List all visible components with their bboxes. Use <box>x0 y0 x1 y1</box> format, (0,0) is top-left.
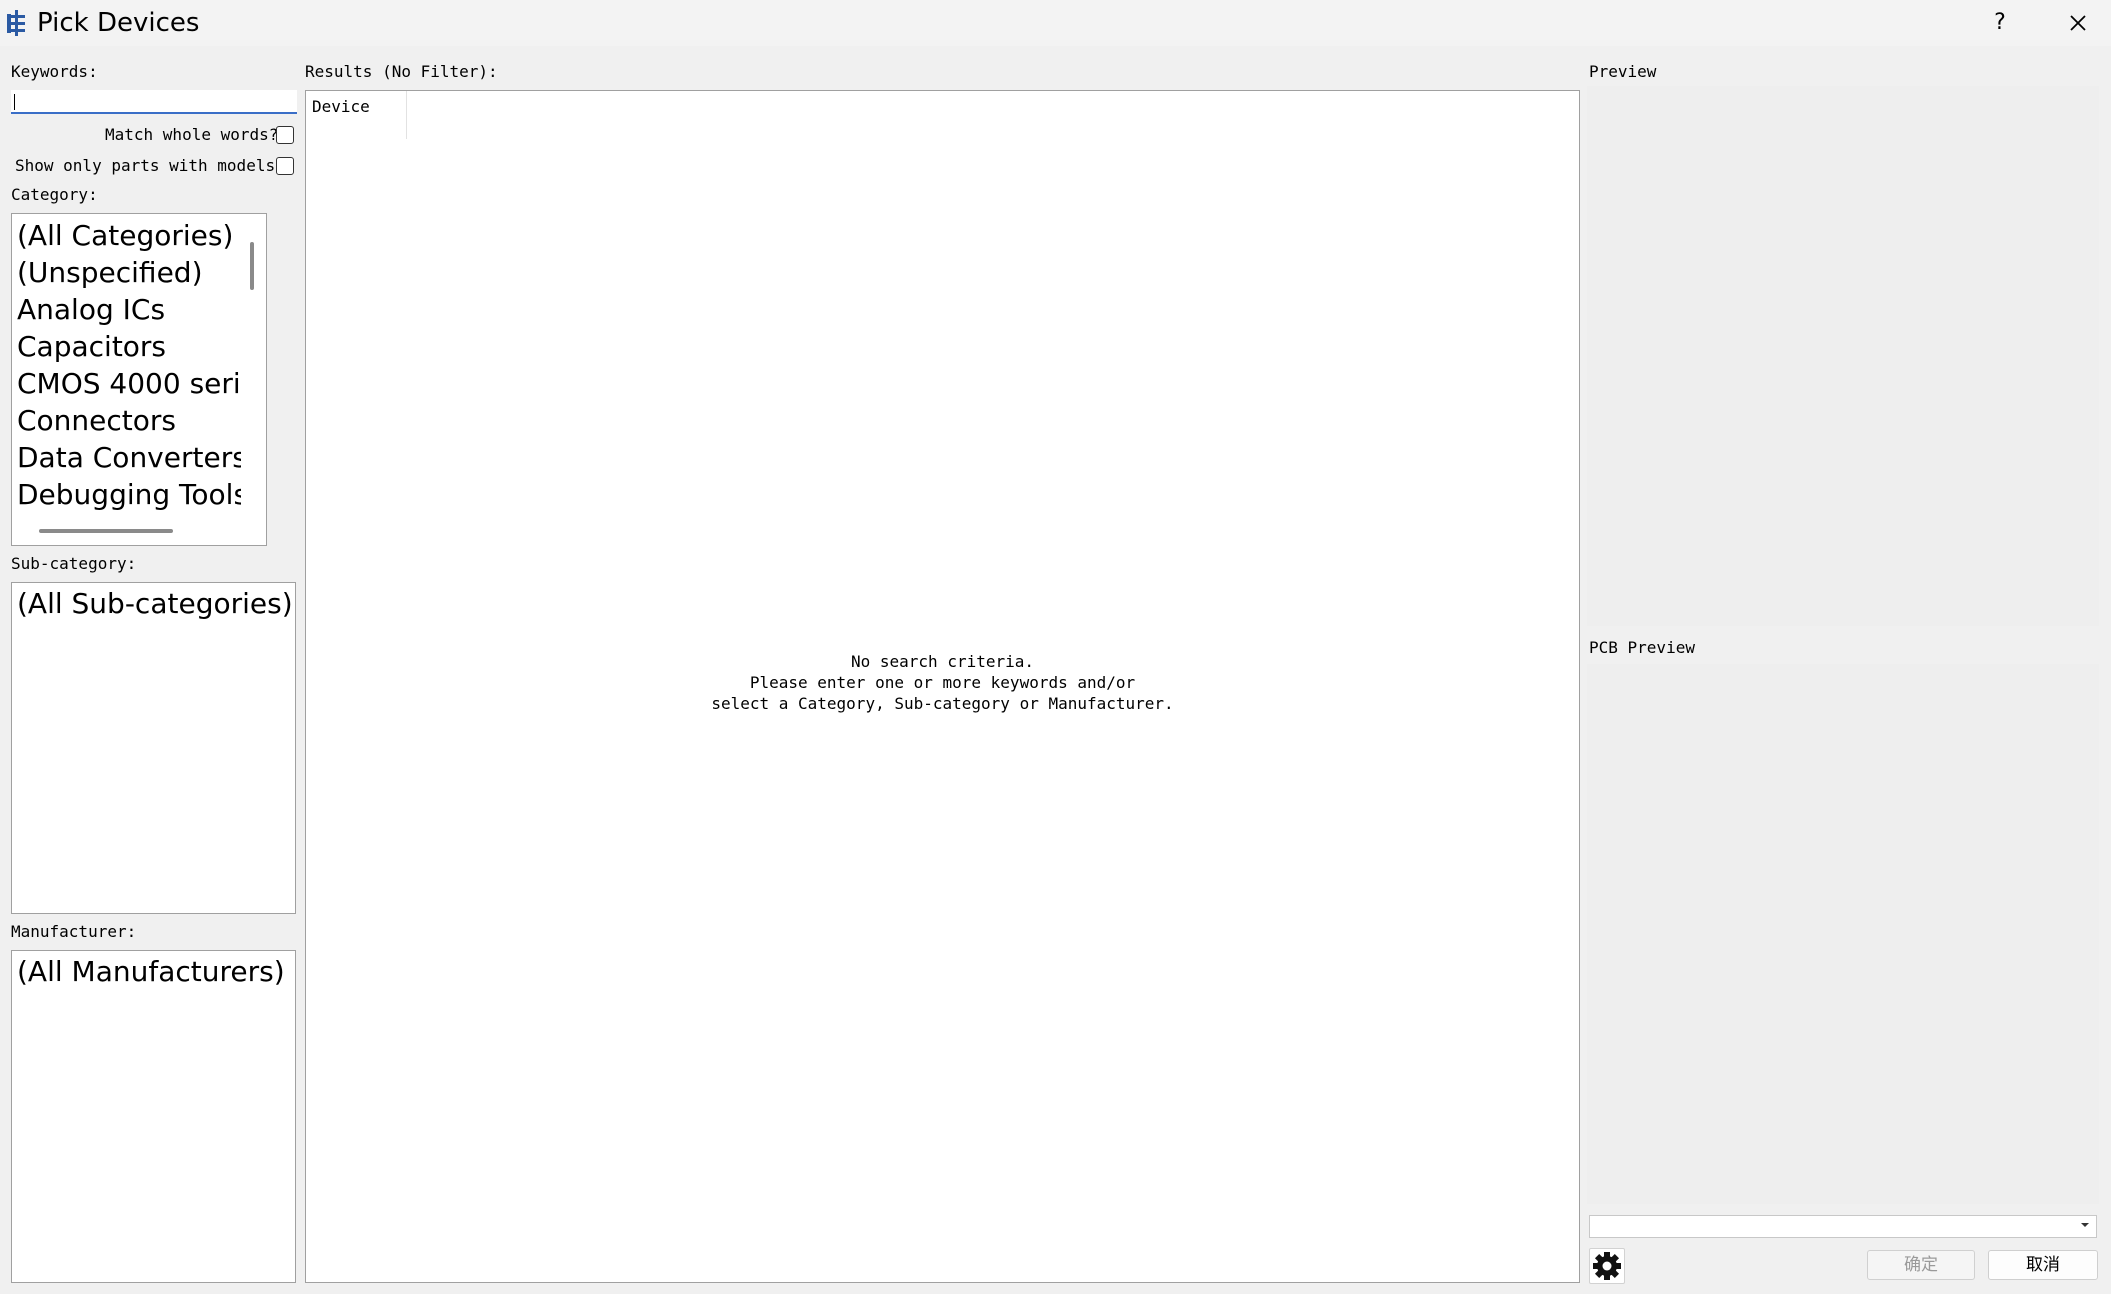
category-item[interactable]: Debugging Tools <box>12 476 241 513</box>
keywords-input[interactable] <box>11 90 297 114</box>
show-models-label: Show only parts with models? <box>15 156 285 175</box>
category-item[interactable]: Analog ICs <box>12 291 241 328</box>
pcb-preview-area <box>1587 664 2099 1204</box>
title-bar <box>0 0 2111 46</box>
message-line: select a Category, Sub-category or Manuf… <box>711 694 1174 713</box>
manufacturer-label: Manufacturer: <box>11 922 137 941</box>
category-item[interactable]: Data Converters <box>12 439 241 476</box>
category-listbox[interactable]: (All Categories) (Unspecified) Analog IC… <box>11 213 267 546</box>
message-line: No search criteria. <box>850 652 1035 671</box>
gear-icon <box>1593 1252 1621 1280</box>
category-item[interactable]: Connectors <box>12 402 241 439</box>
category-list: (All Categories) (Unspecified) Analog IC… <box>12 214 241 519</box>
category-item[interactable]: Capacitors <box>12 328 241 365</box>
pick-devices-app-icon <box>6 10 28 36</box>
subcategory-item[interactable]: (All Sub-categories) <box>12 585 295 622</box>
message-line: Please enter one or more keywords and/or <box>749 673 1136 692</box>
window-title: Pick Devices <box>37 8 200 38</box>
pcb-variant-select[interactable] <box>1589 1215 2097 1238</box>
pcb-preview-label: PCB Preview <box>1589 638 1695 657</box>
results-label: Results (No Filter): <box>305 62 498 81</box>
manufacturer-item[interactable]: (All Manufacturers) <box>12 953 295 990</box>
preview-label: Preview <box>1589 62 1657 81</box>
chevron-down-icon <box>2080 1221 2090 1232</box>
device-column-header[interactable]: Device <box>306 91 407 139</box>
schematic-preview-area <box>1587 86 2099 626</box>
settings-button[interactable] <box>1589 1248 1625 1284</box>
no-search-criteria-message: No search criteria. Please enter one or … <box>306 651 1579 714</box>
category-item[interactable]: CMOS 4000 serie <box>12 365 241 402</box>
category-vertical-scrollbar[interactable] <box>250 242 254 290</box>
category-item[interactable]: (Unspecified) <box>12 254 241 291</box>
manufacturer-listbox[interactable]: (All Manufacturers) <box>11 950 296 1283</box>
close-button[interactable] <box>2061 4 2095 42</box>
text-caret <box>14 94 15 110</box>
subcategory-listbox[interactable]: (All Sub-categories) <box>11 582 296 914</box>
category-horizontal-scrollbar[interactable] <box>39 529 173 533</box>
device-column-header-label: Device <box>312 97 370 116</box>
ok-button[interactable]: 确定 <box>1867 1250 1975 1280</box>
match-whole-words-label: Match whole words? <box>105 125 279 144</box>
subcategory-label: Sub-category: <box>11 554 137 573</box>
results-table[interactable]: Device No search criteria. Please enter … <box>305 90 1580 1283</box>
keywords-label: Keywords: <box>11 62 98 81</box>
help-button[interactable]: ? <box>1985 6 2015 40</box>
category-item[interactable]: (All Categories) <box>12 217 241 254</box>
cancel-button[interactable]: 取消 <box>1988 1250 2098 1280</box>
close-icon <box>2070 15 2086 31</box>
category-label: Category: <box>11 185 98 204</box>
show-models-checkbox[interactable] <box>276 157 294 175</box>
match-whole-words-checkbox[interactable] <box>276 126 294 144</box>
